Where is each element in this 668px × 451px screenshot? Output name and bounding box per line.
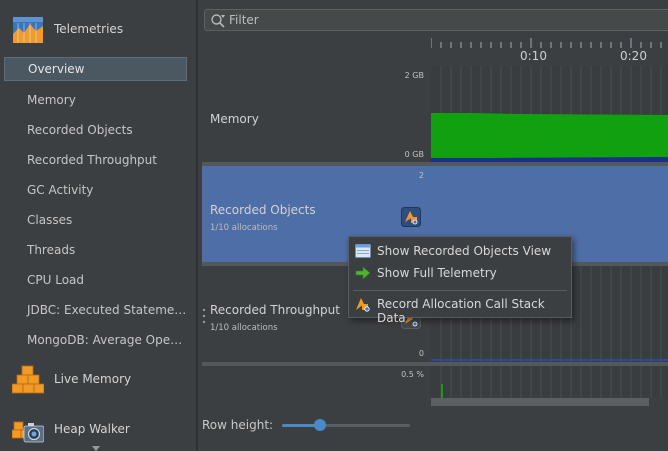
sidebar-item-overview[interactable]: Overview bbox=[4, 57, 187, 81]
memory-chart-graphic bbox=[431, 66, 668, 162]
live-memory-icon bbox=[12, 365, 44, 394]
recorded-throughput-row-title: Recorded Throughput bbox=[210, 303, 340, 317]
memory-heap-area bbox=[431, 113, 668, 162]
telemetries-icon bbox=[13, 17, 43, 43]
recorded-throughput-axis-bottom: 0 bbox=[418, 349, 424, 358]
memory-axis-bottom: 0 GB bbox=[404, 150, 424, 159]
memory-axis-top: 2 GB bbox=[404, 71, 424, 80]
timeline-tick-label: 0:20 bbox=[620, 49, 647, 63]
gc-activity-axis-top: 0.5 % bbox=[401, 370, 424, 379]
gc-activity-chart-graphic bbox=[440, 366, 662, 398]
gc-activity-chart[interactable] bbox=[431, 366, 668, 398]
timeline-header: 0:10 0:20 bbox=[431, 38, 668, 66]
sidebar-item-cpu-load[interactable]: CPU Load bbox=[4, 268, 187, 292]
recorded-objects-axis-top: 2 bbox=[418, 171, 424, 180]
menu-item-show-recorded-objects-view[interactable]: Show Recorded Objects View bbox=[349, 240, 571, 262]
recorded-throughput-row-subtitle: 1/10 allocations bbox=[210, 323, 278, 333]
heap-walker-section[interactable]: Heap Walker bbox=[0, 410, 196, 451]
memory-row-title: Memory bbox=[210, 112, 259, 126]
sidebar-item-classes[interactable]: Classes bbox=[4, 208, 187, 232]
overview-panel: 0:10 0:20 Memory 2 GB 0 GB bbox=[198, 0, 668, 450]
sidebar-item-memory[interactable]: Memory bbox=[4, 88, 187, 112]
green-arrow-icon bbox=[355, 266, 371, 280]
sidebar-item-recorded-objects[interactable]: Recorded Objects bbox=[4, 118, 187, 142]
heap-walker-icon bbox=[12, 421, 44, 443]
scroll-down-arrow-icon[interactable] bbox=[92, 446, 100, 451]
allocation-stack-icon bbox=[356, 298, 370, 312]
search-icon bbox=[211, 14, 225, 28]
timeline-tick-label: 0:10 bbox=[520, 49, 547, 63]
gc-activity-spike bbox=[441, 384, 443, 398]
record-allocations-icon[interactable] bbox=[401, 207, 421, 227]
sidebar-item-gc-activity[interactable]: GC Activity bbox=[4, 178, 187, 202]
horizontal-scrollbar[interactable] bbox=[431, 398, 649, 406]
recorded-objects-row-subtitle: 1/10 allocations bbox=[210, 223, 278, 233]
heap-walker-label: Heap Walker bbox=[54, 422, 130, 436]
recorded-objects-row-title: Recorded Objects bbox=[210, 203, 316, 217]
sidebar-item-recorded-throughput[interactable]: Recorded Throughput bbox=[4, 148, 187, 172]
menu-item-label: Show Recorded Objects View bbox=[377, 244, 552, 258]
sidebar-item-threads[interactable]: Threads bbox=[4, 238, 187, 262]
live-memory-section[interactable]: Live Memory bbox=[0, 360, 196, 400]
sidebar-item-mongodb-average-operations[interactable]: MongoDB: Average Operations bbox=[4, 328, 187, 352]
objects-view-icon bbox=[355, 244, 371, 258]
menu-item-record-allocation-call-stack-data[interactable]: Record Allocation Call Stack Data bbox=[349, 293, 571, 325]
memory-chart[interactable] bbox=[431, 66, 668, 162]
sidebar-item-jdbc-executed-statements[interactable]: JDBC: Executed Statements bbox=[4, 298, 187, 322]
menu-item-label: Show Full Telemetry bbox=[377, 266, 497, 280]
row-height-slider-thumb[interactable] bbox=[314, 419, 327, 431]
sidebar: Telemetries Overview Memory Recorded Obj… bbox=[0, 0, 196, 451]
menu-item-show-full-telemetry[interactable]: Show Full Telemetry bbox=[349, 262, 571, 284]
filter-input[interactable] bbox=[229, 11, 659, 29]
row-height-slider[interactable] bbox=[282, 424, 410, 427]
row-height-label: Row height: bbox=[202, 418, 274, 432]
menu-separator bbox=[353, 290, 567, 291]
menu-item-label: Record Allocation Call Stack Data bbox=[377, 297, 545, 325]
context-menu: Show Recorded Objects View Show Full Tel… bbox=[348, 236, 572, 325]
filter-box[interactable] bbox=[204, 9, 668, 31]
telemetries-section[interactable]: Telemetries bbox=[0, 10, 196, 50]
telemetries-label: Telemetries bbox=[54, 22, 124, 36]
drag-handle-icon[interactable] bbox=[202, 307, 206, 327]
live-memory-label: Live Memory bbox=[54, 372, 132, 386]
